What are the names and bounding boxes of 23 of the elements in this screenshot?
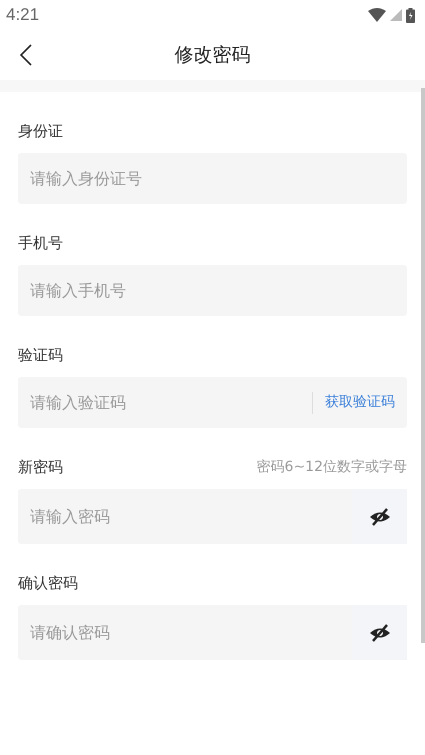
field-label: 确认密码 <box>18 572 78 594</box>
code-field[interactable]: 请输入验证码 获取验证码 <box>18 377 407 428</box>
wifi-icon <box>368 8 386 22</box>
status-time: 4:21 <box>6 4 40 26</box>
eye-slash-icon <box>368 624 390 642</box>
field-label: 验证码 <box>18 344 63 366</box>
signal-icon <box>390 9 402 21</box>
get-code-button[interactable]: 获取验证码 <box>313 392 407 413</box>
input-field[interactable]: 请输入手机号 <box>18 265 407 316</box>
page-title: 修改密码 <box>174 42 250 68</box>
field-label: 手机号 <box>18 232 63 254</box>
password-field[interactable]: 请输入密码 <box>18 489 407 544</box>
password-field[interactable]: 请确认密码 <box>18 605 407 660</box>
back-icon <box>20 44 32 66</box>
text-input[interactable]: 请输入验证码 <box>30 390 312 414</box>
password-hint: 密码6~12位数字或字母 <box>256 458 407 477</box>
field-label: 新密码 <box>18 456 63 478</box>
input-field[interactable]: 请输入身份证号 <box>18 153 407 204</box>
eye-slash-icon <box>368 508 390 526</box>
battery-icon <box>406 8 415 22</box>
text-input[interactable]: 请确认密码 <box>30 620 352 644</box>
text-input[interactable]: 请输入密码 <box>30 504 352 528</box>
field-label: 身份证 <box>18 120 63 142</box>
